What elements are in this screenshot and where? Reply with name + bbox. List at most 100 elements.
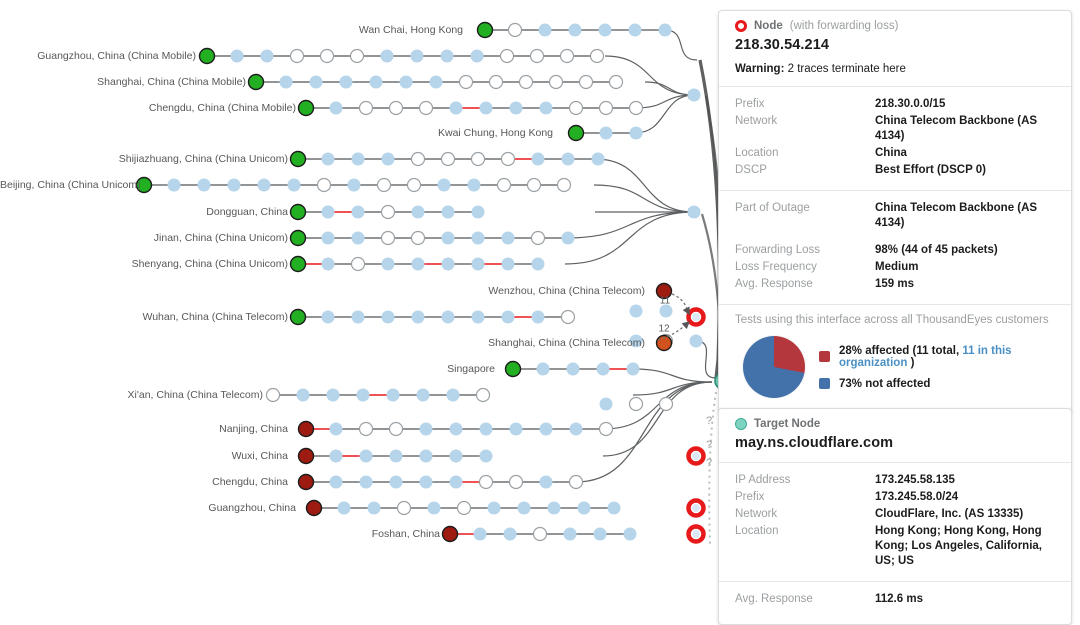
unknown-hop-marker: ? xyxy=(706,457,712,469)
response-key: Avg. Response xyxy=(735,593,813,605)
detail-value: 173.245.58.0/24 xyxy=(875,491,959,503)
node-layer xyxy=(135,21,732,544)
legend-swatch-red xyxy=(819,351,830,362)
source-node-label: Shanghai, China (China Telecom) xyxy=(488,337,645,349)
affected-tests-pie-chart xyxy=(743,336,805,398)
legend-affected-suffix: ) xyxy=(907,356,915,369)
target-node-panel[interactable]: Target Node may.ns.cloudflare.com IP Add… xyxy=(718,408,1072,625)
target-details-table: IP Address 173.245.58.135 Prefix 173.245… xyxy=(735,472,1055,570)
loss-value: 98% (44 of 45 packets) xyxy=(875,244,998,256)
detail-key: Location xyxy=(735,147,779,159)
loss-key: Loss Frequency xyxy=(735,261,817,273)
loss-key: Forwarding Loss xyxy=(735,244,821,256)
target-details-section: IP Address 173.245.58.135 Prefix 173.245… xyxy=(719,462,1071,581)
source-node-label: Wuhan, China (China Telecom) xyxy=(142,311,288,323)
target-response-table: Avg. Response 112.6 ms xyxy=(735,591,1055,608)
legend-not-affected-text: 73% not affected xyxy=(839,377,931,390)
table-row: Prefix 218.30.0.0/15 xyxy=(735,96,1055,113)
source-node-label: Wan Chai, Hong Kong xyxy=(358,24,463,36)
detail-value: China Telecom Backbone (AS 4134) xyxy=(875,115,1038,142)
detail-value: CloudFlare, Inc. (AS 13335) xyxy=(875,508,1024,520)
target-hostname: may.ns.cloudflare.com xyxy=(735,435,894,451)
source-node-label: Shijiazhuang, China (China Unicom) xyxy=(118,153,288,165)
unknown-hop-marker: ? xyxy=(706,415,712,427)
unknown-hop-marker: ? xyxy=(706,439,712,451)
node-details-table: Prefix 218.30.0.0/15 Network China Telec… xyxy=(735,96,1055,179)
loss-value: 159 ms xyxy=(875,278,915,290)
node-outage-section: Part of Outage China Telecom Backbone (A… xyxy=(719,190,1071,304)
target-node-icon xyxy=(735,418,747,430)
node-warning-text: 2 traces terminate here xyxy=(787,63,906,75)
tests-pie-section: Tests using this interface across all Th… xyxy=(719,304,1071,414)
table-row: Network China Telecom Backbone (AS 4134) xyxy=(735,113,1055,145)
node-legend-title: Node xyxy=(754,20,783,32)
loss-edge-layer xyxy=(298,107,633,535)
legend-swatch-blue xyxy=(819,378,830,389)
table-row: Avg. Response 159 ms xyxy=(735,276,1055,293)
table-row: Prefix 173.245.58.0/24 xyxy=(735,489,1055,506)
detail-key: Network xyxy=(735,115,778,127)
pie-legend: 28% affected (11 total, 11 in this organ… xyxy=(819,345,1055,390)
detail-value: 218.30.0.0/15 xyxy=(875,98,946,110)
source-node-label: Singapore xyxy=(447,363,495,375)
source-node-label: Shanghai, China (China Mobile) xyxy=(97,76,246,88)
source-node-label: Nanjing, China xyxy=(219,423,288,435)
legend-item-not-affected: 73% not affected xyxy=(819,378,1055,390)
node-panel-header: Node (with forwarding loss) 218.30.54.21… xyxy=(719,11,1071,86)
source-node-label: Shenyang, China (China Unicom) xyxy=(131,258,288,270)
source-node-label: Guangzhou, China (China Mobile) xyxy=(37,50,196,62)
source-node-label: Dongguan, China xyxy=(206,206,288,218)
node-legend-subtitle: (with forwarding loss) xyxy=(789,20,899,32)
detail-value: China xyxy=(875,147,907,159)
legend-affected-prefix: 28% affected (11 total, xyxy=(839,344,963,357)
trace-count-annotation: 12 xyxy=(658,323,670,335)
source-node-label: Foshan, China xyxy=(371,528,440,540)
node-warning-label: Warning: xyxy=(735,63,785,75)
target-legend-title: Target Node xyxy=(754,418,821,430)
detail-key: DSCP xyxy=(735,164,767,176)
table-row: Network CloudFlare, Inc. (AS 13335) xyxy=(735,506,1055,523)
response-value: 112.6 ms xyxy=(875,593,923,605)
node-outage-table: Part of Outage China Telecom Backbone (A… xyxy=(735,200,1055,232)
tests-title: Tests using this interface across all Th… xyxy=(735,314,1049,326)
detail-key: Prefix xyxy=(735,98,765,110)
loss-value: Medium xyxy=(875,261,919,273)
outage-value: China Telecom Backbone (AS 4134) xyxy=(875,202,1038,229)
target-panel-header: Target Node may.ns.cloudflare.com xyxy=(719,409,1071,462)
node-details-section: Prefix 218.30.0.0/15 Network China Telec… xyxy=(719,86,1071,190)
table-row: Location Hong Kong; Hong Kong, Hong Kong… xyxy=(735,523,1055,570)
detail-key: IP Address xyxy=(735,474,791,486)
table-row: DSCP Best Effort (DSCP 0) xyxy=(735,162,1055,179)
source-node-label: Beijing, China (China Unicom) xyxy=(0,179,141,191)
source-node-label: Chengdu, China xyxy=(212,476,288,488)
detail-key: Location xyxy=(735,525,779,537)
table-row: Location China xyxy=(735,145,1055,162)
detail-value: 173.245.58.135 xyxy=(875,474,955,486)
table-row: IP Address 173.245.58.135 xyxy=(735,472,1055,489)
node-ip-address: 218.30.54.214 xyxy=(735,37,830,53)
loss-key: Avg. Response xyxy=(735,278,813,290)
source-node-label: Xi'an, China (China Telecom) xyxy=(127,389,263,401)
detail-value: Best Effort (DSCP 0) xyxy=(875,164,986,176)
trace-count-annotation: 11 xyxy=(659,295,671,307)
detail-key: Prefix xyxy=(735,491,765,503)
detail-value: Hong Kong; Hong Kong, Hong Kong; Los Ang… xyxy=(875,525,1042,567)
table-row: Part of Outage China Telecom Backbone (A… xyxy=(735,200,1055,232)
source-node-label: Jinan, China (China Unicom) xyxy=(153,232,288,244)
source-node-label: Kwai Chung, Hong Kong xyxy=(438,127,553,139)
node-loss-table: Forwarding Loss 98% (44 of 45 packets) L… xyxy=(735,242,1055,293)
table-row: Avg. Response 112.6 ms xyxy=(735,591,1055,608)
source-node-label: Chengdu, China (China Mobile) xyxy=(148,102,296,114)
source-node-label: Wenzhou, China (China Telecom) xyxy=(488,285,645,297)
node-info-panel[interactable]: Node (with forwarding loss) 218.30.54.21… xyxy=(718,10,1072,415)
forwarding-loss-node-icon xyxy=(735,20,747,32)
table-row: Loss Frequency Medium xyxy=(735,259,1055,276)
source-node-label: Guangzhou, China xyxy=(208,502,296,514)
legend-item-affected: 28% affected (11 total, 11 in this organ… xyxy=(819,345,1055,369)
network-topology-graph[interactable]: ??? Wan Chai, Hong Kong Guangzhou, China … xyxy=(0,0,814,603)
source-node-label: Wuxi, China xyxy=(231,450,288,462)
detail-key: Network xyxy=(735,508,778,520)
outage-key: Part of Outage xyxy=(735,202,810,214)
table-row: Forwarding Loss 98% (44 of 45 packets) xyxy=(735,242,1055,259)
node-warning: Warning: 2 traces terminate here xyxy=(735,63,1055,75)
